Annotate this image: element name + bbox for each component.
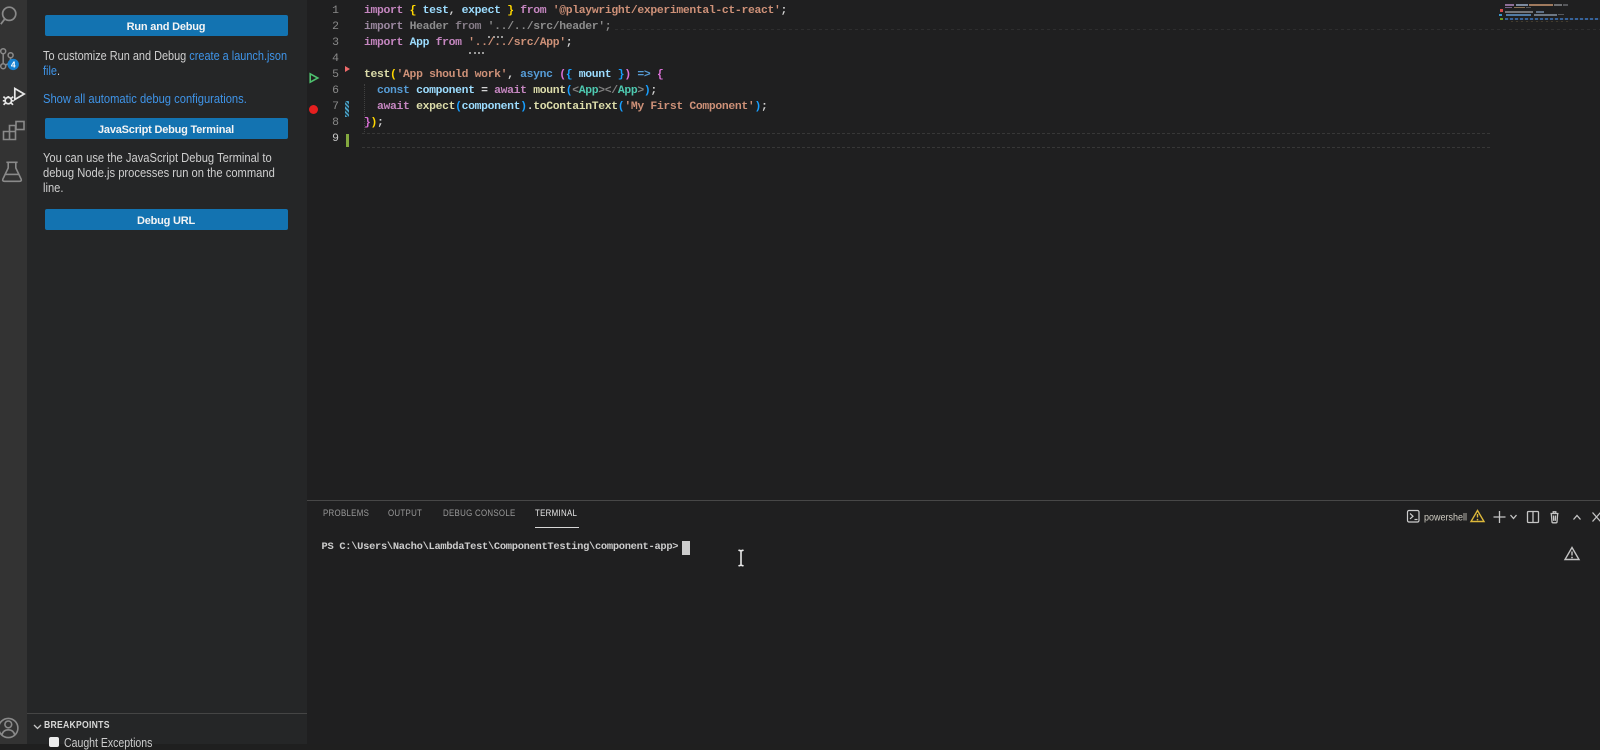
svg-text:4: 4 bbox=[11, 60, 16, 70]
svg-text:powershell: powershell bbox=[1424, 512, 1467, 524]
